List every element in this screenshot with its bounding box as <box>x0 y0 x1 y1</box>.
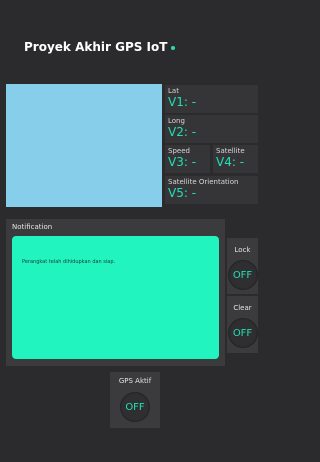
lat-value: V1: - <box>168 95 197 109</box>
speed-value: V3: - <box>168 155 197 169</box>
gps-aktif-label: GPS Aktif <box>118 377 152 385</box>
lat-widget: Lat V1: - <box>165 85 258 113</box>
lock-label: Lock <box>234 246 251 254</box>
gps-aktif-widget: GPS Aktif OFF <box>110 372 160 428</box>
clear-widget: Clear OFF <box>227 296 258 353</box>
online-status-dot-icon <box>171 45 176 50</box>
satellite-orientation-value: V5: - <box>168 186 197 200</box>
notification-title: Notification <box>12 223 53 231</box>
satellite-value: V4: - <box>216 155 245 169</box>
satellite-widget: Satellite V4: - <box>213 145 258 173</box>
clear-toggle-state: OFF <box>232 327 253 339</box>
notification-panel: Notification Perangkat telah dihidupkan … <box>6 219 225 366</box>
clear-label: Clear <box>233 304 252 312</box>
long-widget: Long V2: - <box>165 115 258 143</box>
clear-toggle-button[interactable]: OFF <box>227 318 258 348</box>
long-value: V2: - <box>168 125 197 139</box>
notification-box: Perangkat telah dihidupkan dan siap. <box>12 236 219 359</box>
map-view[interactable] <box>6 84 162 207</box>
speed-widget: Speed V3: - <box>165 145 210 173</box>
lock-widget: Lock OFF <box>227 238 258 294</box>
page-title: Proyek Akhir GPS IoT <box>24 40 176 54</box>
gps-aktif-toggle-state: OFF <box>125 401 145 413</box>
app-title: Proyek Akhir GPS IoT <box>24 40 168 54</box>
gps-aktif-toggle-button[interactable]: OFF <box>120 392 150 422</box>
lock-toggle-button[interactable]: OFF <box>227 260 258 290</box>
lock-toggle-state: OFF <box>232 269 253 281</box>
notification-message: Perangkat telah dihidupkan dan siap. <box>22 259 116 265</box>
satellite-orientation-widget: Satellite Orientation V5: - <box>165 176 258 204</box>
